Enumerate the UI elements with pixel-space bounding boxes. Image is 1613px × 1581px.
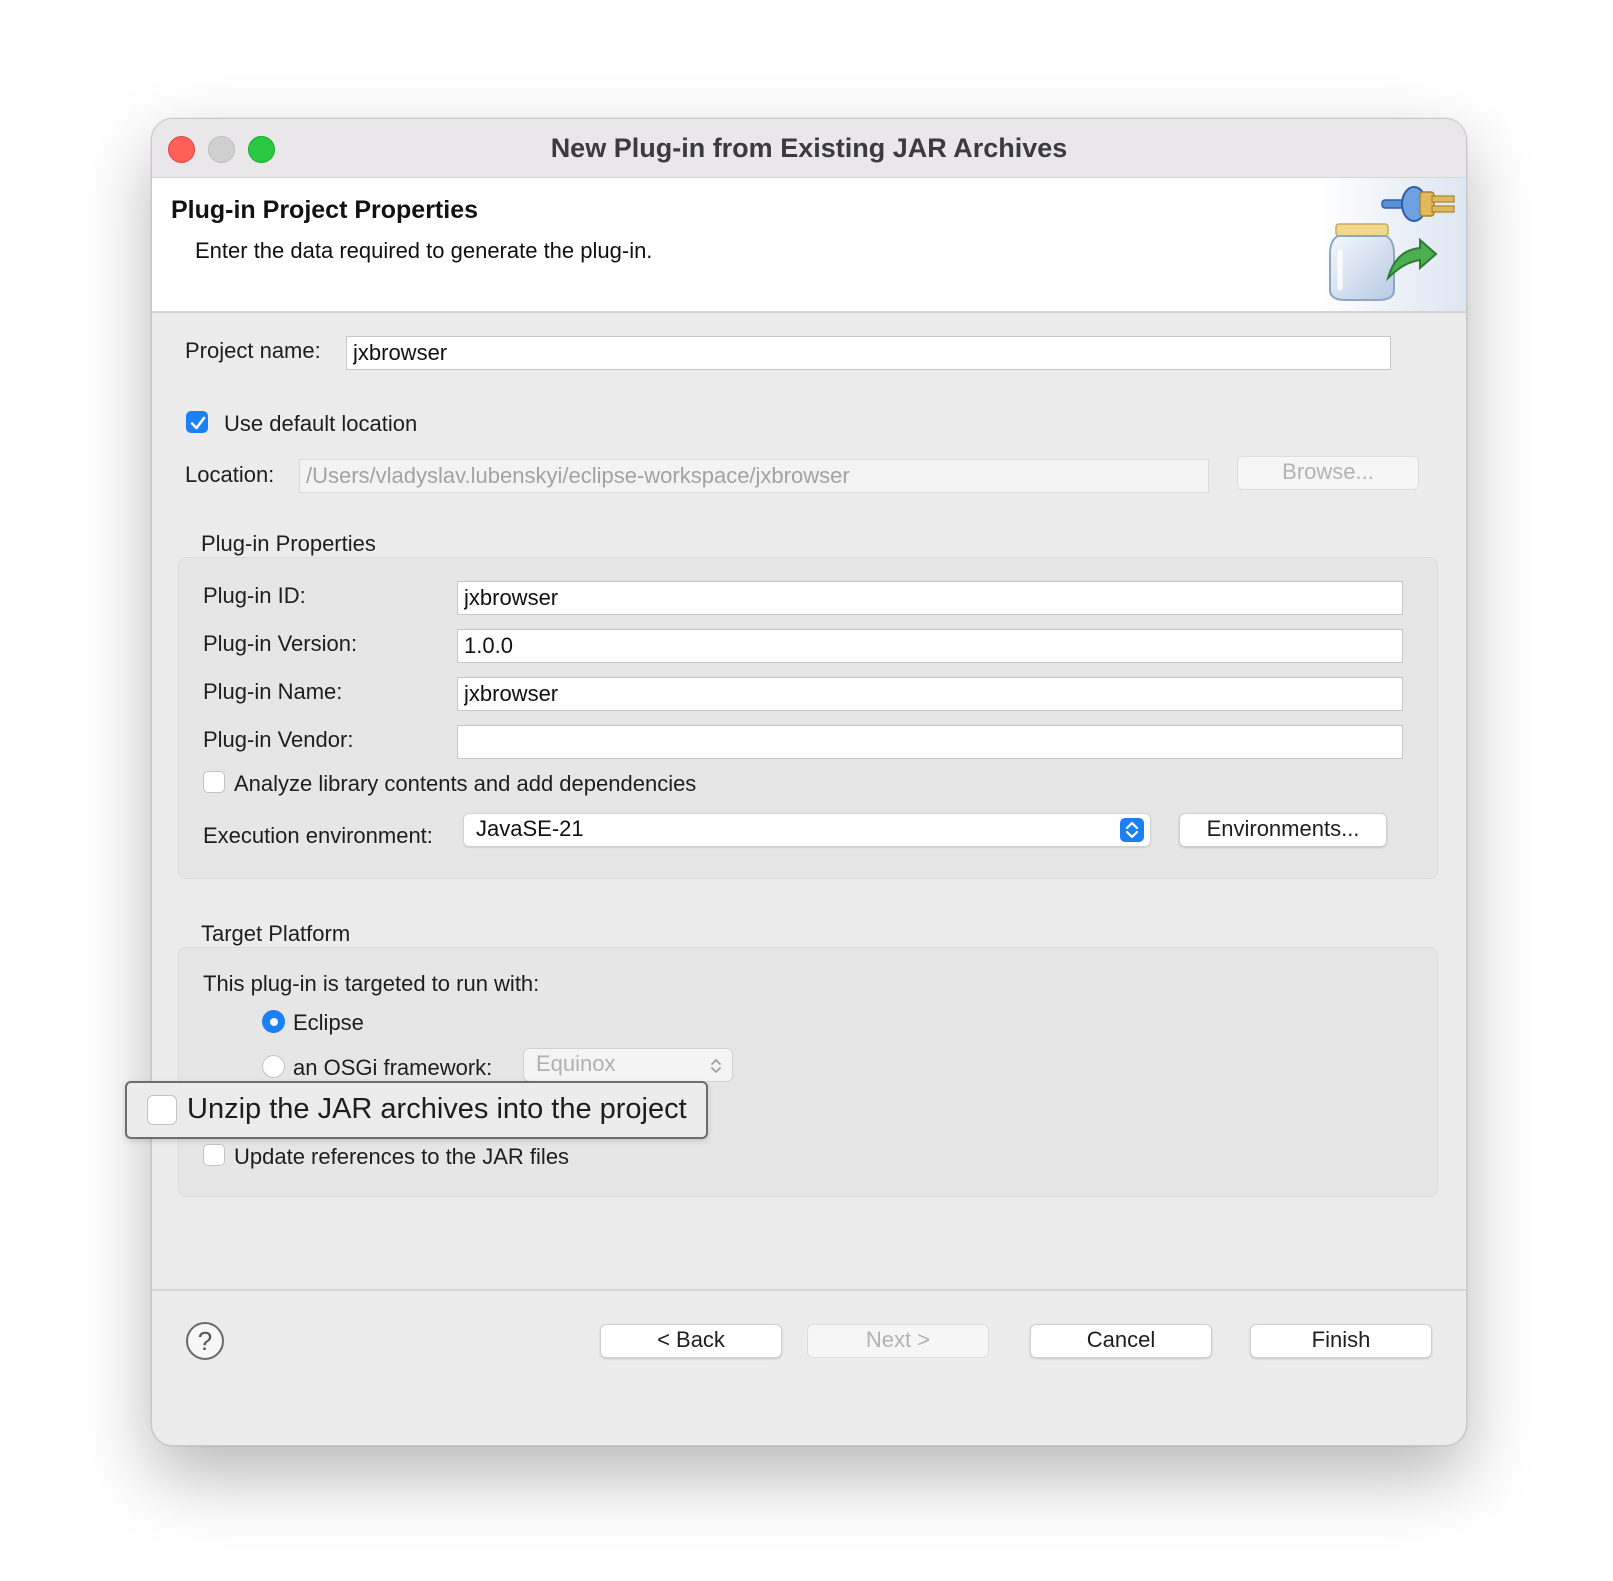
eclipse-radio[interactable] [262,1010,285,1033]
plugin-name-input[interactable] [457,677,1403,711]
plugin-properties-group-label: Plug-in Properties [201,531,376,556]
target-platform-group: This plug-in is targeted to run with: Ec… [178,947,1438,1197]
plugin-properties-group: Plug-in ID: Plug-in Version: Plug-in Nam… [178,557,1438,879]
finish-button[interactable]: Finish [1250,1324,1432,1358]
help-button[interactable]: ? [186,1322,224,1360]
unzip-jar-option-callout[interactable]: Unzip the JAR archives into the project [125,1081,708,1139]
target-platform-group-label: Target Platform [201,921,351,946]
analyze-library-label: Analyze library contents and add depende… [234,771,697,796]
page-description: Enter the data required to generate the … [195,238,653,263]
cancel-button[interactable]: Cancel [1030,1324,1212,1358]
jar-plugin-wizard-icon [1316,178,1466,311]
plugin-version-label: Plug-in Version: [203,631,358,656]
osgi-framework-value: Equinox [536,1051,616,1076]
use-default-location-label: Use default location [224,411,418,436]
execution-environment-select[interactable]: JavaSE-21 [463,813,1151,847]
select-stepper-icon [711,1059,721,1073]
location-input[interactable] [299,459,1209,493]
checkmark-icon [190,416,206,430]
page-title: Plug-in Project Properties [171,196,479,224]
window-title: New Plug-in from Existing JAR Archives [550,133,1068,163]
osgi-framework-radio[interactable] [262,1055,285,1078]
next-button[interactable]: Next > [807,1324,989,1358]
back-button[interactable]: < Back [600,1324,782,1358]
execution-environment-label: Execution environment: [203,823,433,848]
osgi-framework-label: an OSGi framework: [293,1055,493,1080]
unzip-jar-checkbox[interactable] [147,1095,177,1125]
location-label: Location: [185,462,275,487]
title-bar[interactable]: New Plug-in from Existing JAR Archives [152,119,1466,178]
target-platform-intro: This plug-in is targeted to run with: [203,971,540,996]
wizard-header: Plug-in Project Properties Enter the dat… [152,178,1466,313]
plugin-vendor-input[interactable] [457,725,1403,759]
browse-button[interactable]: Browse... [1237,456,1419,490]
update-references-label: Update references to the JAR files [234,1144,570,1169]
plugin-id-label: Plug-in ID: [203,583,306,608]
project-name-input[interactable] [346,336,1391,370]
plugin-name-label: Plug-in Name: [203,679,343,704]
execution-environment-value: JavaSE-21 [476,816,584,841]
osgi-framework-select[interactable]: Equinox [523,1048,733,1082]
plugin-version-input[interactable] [457,629,1403,663]
project-name-label: Project name: [185,338,321,363]
select-stepper-icon [1120,818,1144,842]
dialog-window: New Plug-in from Existing JAR Archives P… [151,118,1467,1446]
eclipse-radio-label: Eclipse [293,1010,364,1035]
plugin-id-input[interactable] [457,581,1403,615]
unzip-jar-label: Unzip the JAR archives into the project [187,1093,687,1125]
footer-divider [152,1289,1466,1291]
use-default-location-checkbox[interactable] [186,411,208,433]
plugin-vendor-label: Plug-in Vendor: [203,727,354,752]
environments-button[interactable]: Environments... [1179,813,1387,847]
analyze-library-checkbox[interactable] [203,771,225,793]
update-references-checkbox[interactable] [203,1144,225,1166]
